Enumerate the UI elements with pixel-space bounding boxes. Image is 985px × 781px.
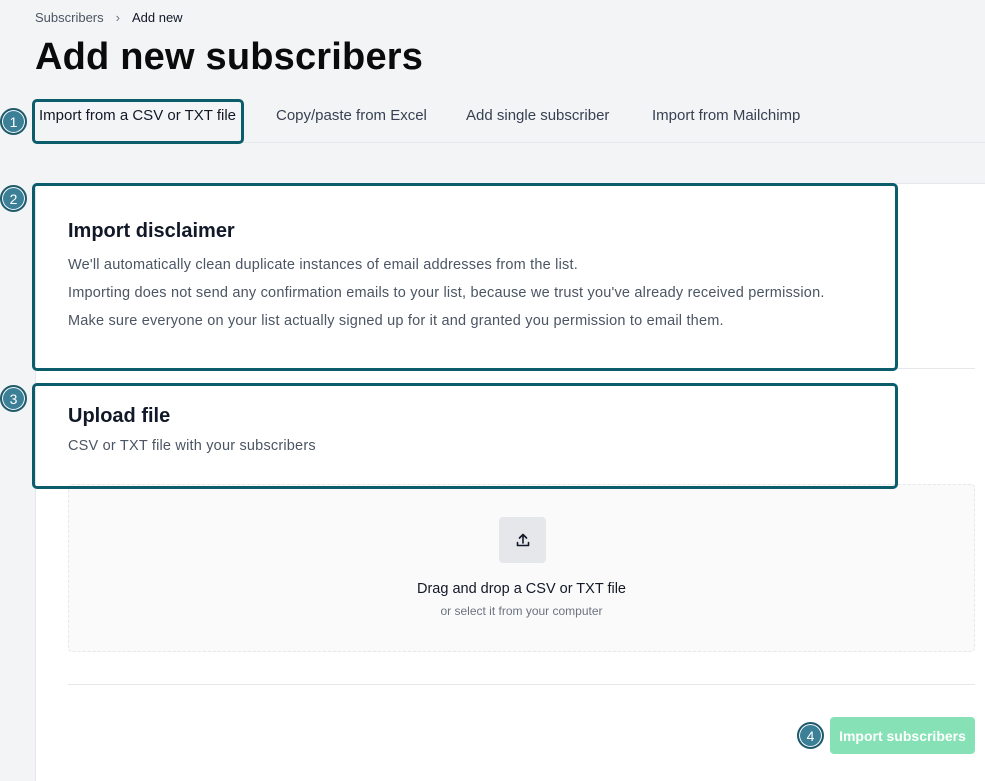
highlight-box xyxy=(32,383,898,489)
highlight-box xyxy=(32,99,244,144)
step-badge: 1 xyxy=(0,108,27,135)
step-badge: 3 xyxy=(0,385,27,412)
step-badge: 2 xyxy=(0,185,27,212)
dropzone-title: Drag and drop a CSV or TXT file xyxy=(416,581,626,597)
footer-divider xyxy=(68,684,975,685)
step-badge: 4 xyxy=(797,722,824,749)
file-dropzone[interactable]: Drag and drop a CSV or TXT file or selec… xyxy=(68,484,975,652)
import-subscribers-button[interactable]: Import subscribers xyxy=(830,717,975,754)
page: Subscribers › Add new Add new subscriber… xyxy=(0,0,985,781)
dropzone-subtitle[interactable]: or select it from your computer xyxy=(69,604,974,618)
highlight-box xyxy=(32,183,898,371)
tab-add-single-subscriber[interactable]: Add single subscriber xyxy=(466,107,609,124)
upload-icon xyxy=(516,533,529,547)
upload-button[interactable] xyxy=(499,517,546,563)
page-title: Add new subscribers xyxy=(35,36,424,78)
breadcrumb-subscribers-link[interactable]: Subscribers xyxy=(35,10,104,25)
chevron-right-icon: › xyxy=(115,10,120,25)
breadcrumb: Subscribers › Add new xyxy=(35,10,183,25)
tab-import-mailchimp[interactable]: Import from Mailchimp xyxy=(652,107,800,124)
tab-copy-paste-excel[interactable]: Copy/paste from Excel xyxy=(276,107,427,124)
breadcrumb-current: Add new xyxy=(131,10,183,25)
